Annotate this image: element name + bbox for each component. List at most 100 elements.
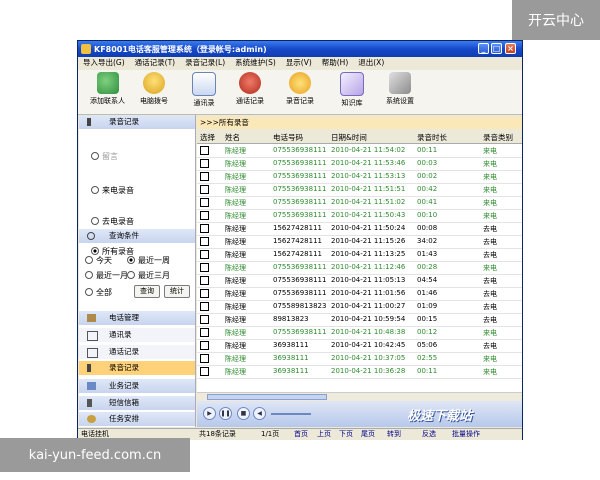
row-checkbox[interactable] bbox=[200, 146, 209, 155]
table-row[interactable]: 陈经理 075536938111 2010-04-21 11:54:02 00:11 来… bbox=[197, 144, 522, 158]
app-icon bbox=[81, 44, 91, 54]
stop-icon[interactable]: ■ bbox=[237, 407, 250, 420]
add-contact-button[interactable]: 添加联系人 bbox=[90, 72, 125, 106]
menu-maintenance[interactable]: 系统维护(S) bbox=[230, 57, 281, 69]
col-phone[interactable]: 电话号码 bbox=[273, 132, 303, 143]
nav-call-records[interactable]: 通话记录 bbox=[79, 345, 195, 359]
row-checkbox[interactable] bbox=[200, 224, 209, 233]
first-page-link[interactable]: 首页 bbox=[294, 429, 308, 440]
query-last-3-months[interactable]: 最近三月 bbox=[127, 270, 170, 281]
close-button[interactable]: × bbox=[505, 43, 516, 54]
cell-datetime: 2010-04-21 10:42:45 bbox=[331, 341, 406, 349]
table-row[interactable]: 陈经理 36938111 2010-04-21 10:42:45 05:06 去电 bbox=[197, 339, 522, 353]
row-checkbox[interactable] bbox=[200, 198, 209, 207]
nav-tasks[interactable]: 任务安排 bbox=[79, 412, 195, 426]
knowledge-base-button[interactable]: 知识库 bbox=[340, 72, 364, 108]
table-row[interactable]: 陈经理 075536938111 2010-04-21 11:05:13 04:54 去… bbox=[197, 274, 522, 288]
col-duration[interactable]: 录音时长 bbox=[417, 132, 447, 143]
row-checkbox[interactable] bbox=[200, 237, 209, 246]
table-row[interactable]: 陈经理 15627428111 2010-04-21 11:50:24 00:08 去电 bbox=[197, 222, 522, 236]
filter-incoming[interactable]: 来电录音 bbox=[91, 185, 134, 196]
row-checkbox[interactable] bbox=[200, 367, 209, 376]
row-checkbox[interactable] bbox=[200, 250, 209, 259]
query-button[interactable]: 查询 bbox=[134, 285, 160, 298]
table-row[interactable]: 陈经理 075589813823 2010-04-21 11:00:27 01:09 去… bbox=[197, 300, 522, 314]
minimize-button[interactable]: _ bbox=[478, 43, 489, 54]
pc-dial-button[interactable]: 电脑拨号 bbox=[140, 72, 168, 106]
filter-missed[interactable]: 留言 bbox=[91, 151, 118, 162]
query-section-header[interactable]: 查询条件 bbox=[79, 229, 195, 243]
nav-phone-management[interactable]: 电话管理 bbox=[79, 311, 195, 325]
menu-recordings[interactable]: 录音记录(L) bbox=[180, 57, 230, 69]
query-all[interactable]: 全部 bbox=[85, 287, 112, 298]
nav-sms-inbox[interactable]: 短信信箱 bbox=[79, 396, 195, 410]
table-row[interactable]: 陈经理 075536938111 2010-04-21 11:51:51 00:42 来… bbox=[197, 183, 522, 197]
table-row[interactable]: 陈经理 075536938111 2010-04-21 10:48:38 00:12 来… bbox=[197, 326, 522, 340]
table-row[interactable]: 陈经理 075536938111 2010-04-21 11:01:56 01:46 去… bbox=[197, 287, 522, 301]
nav-business-records[interactable]: 业务记录 bbox=[79, 379, 195, 393]
row-checkbox[interactable] bbox=[200, 354, 209, 363]
query-last-month[interactable]: 最近一月 bbox=[85, 270, 128, 281]
invert-selection-link[interactable]: 反选 bbox=[422, 429, 436, 440]
row-checkbox[interactable] bbox=[200, 341, 209, 350]
row-checkbox[interactable] bbox=[200, 276, 209, 285]
next-page-link[interactable]: 下页 bbox=[339, 429, 353, 440]
col-name[interactable]: 姓名 bbox=[225, 132, 240, 143]
col-datetime[interactable]: 日期&时间 bbox=[331, 132, 367, 143]
cell-type: 来电 bbox=[483, 199, 497, 207]
row-checkbox[interactable] bbox=[200, 211, 209, 220]
menu-view[interactable]: 显示(V) bbox=[281, 57, 317, 69]
volume-slider[interactable] bbox=[271, 413, 311, 415]
maximize-button[interactable]: □ bbox=[491, 43, 502, 54]
query-today[interactable]: 今天 bbox=[85, 255, 112, 266]
row-checkbox[interactable] bbox=[200, 185, 209, 194]
row-checkbox[interactable] bbox=[200, 289, 209, 298]
cell-type: 来电 bbox=[483, 212, 497, 220]
table-row[interactable]: 陈经理 15627428111 2010-04-21 11:15:26 34:02 去电 bbox=[197, 235, 522, 249]
menu-call-records[interactable]: 通话记录(T) bbox=[130, 57, 180, 69]
scrollbar-thumb[interactable] bbox=[207, 394, 327, 400]
pause-icon[interactable]: ❚❚ bbox=[219, 407, 232, 420]
nav-address-book[interactable]: 通讯录 bbox=[79, 328, 195, 342]
table-row[interactable]: 陈经理 075536938111 2010-04-21 11:53:46 00:03 来… bbox=[197, 157, 522, 171]
cell-name: 陈经理 bbox=[225, 212, 246, 220]
menu-help[interactable]: 帮助(H) bbox=[317, 57, 354, 69]
col-type[interactable]: 录音类别 bbox=[483, 132, 513, 143]
table-row[interactable]: 陈经理 36938111 2010-04-21 10:37:05 02:55 来电 bbox=[197, 352, 522, 366]
batch-actions-link[interactable]: 批量操作 bbox=[452, 429, 480, 440]
cell-phone: 075536938111 bbox=[273, 198, 327, 206]
row-checkbox[interactable] bbox=[200, 159, 209, 168]
filter-outgoing[interactable]: 去电录音 bbox=[91, 216, 134, 227]
play-icon[interactable]: ▶ bbox=[203, 407, 216, 420]
menu-bar: 导入导出(G) 通话记录(T) 录音记录(L) 系统维护(S) 显示(V) 帮助… bbox=[78, 57, 522, 69]
row-checkbox[interactable] bbox=[200, 315, 209, 324]
menu-exit[interactable]: 退出(X) bbox=[353, 57, 389, 69]
col-select[interactable]: 选择 bbox=[200, 132, 215, 143]
stats-button[interactable]: 统计 bbox=[164, 285, 190, 298]
table-row[interactable]: 陈经理 075536938111 2010-04-21 11:50:43 00:10 来… bbox=[197, 209, 522, 223]
table-row[interactable]: 陈经理 36938111 2010-04-21 10:36:28 00:11 来电 bbox=[197, 365, 522, 379]
nav-recordings[interactable]: 录音记录 bbox=[79, 361, 195, 375]
table-row[interactable]: 陈经理 075536938111 2010-04-21 11:53:13 00:02 来… bbox=[197, 170, 522, 184]
row-checkbox[interactable] bbox=[200, 302, 209, 311]
table-row[interactable]: 陈经理 15627428111 2010-04-21 11:13:25 01:43 去电 bbox=[197, 248, 522, 262]
row-checkbox[interactable] bbox=[200, 172, 209, 181]
row-checkbox[interactable] bbox=[200, 328, 209, 337]
cell-name: 陈经理 bbox=[225, 173, 246, 181]
horizontal-scrollbar[interactable] bbox=[197, 392, 522, 401]
address-book-button[interactable]: 通讯录 bbox=[192, 72, 216, 108]
table-row[interactable]: 陈经理 89813823 2010-04-21 10:59:54 00:15 去电 bbox=[197, 313, 522, 327]
goto-link[interactable]: 转到 bbox=[387, 429, 401, 440]
menu-import-export[interactable]: 导入导出(G) bbox=[78, 57, 130, 69]
settings-button[interactable]: 系统设置 bbox=[386, 72, 414, 106]
query-last-week[interactable]: 最近一周 bbox=[127, 255, 170, 266]
table-row[interactable]: 陈经理 075536938111 2010-04-21 11:51:02 00:41 来… bbox=[197, 196, 522, 210]
volume-icon[interactable]: ◀ bbox=[253, 407, 266, 420]
prev-page-link[interactable]: 上页 bbox=[317, 429, 331, 440]
table-row[interactable]: 陈经理 075536938111 2010-04-21 11:12:46 00:28 来… bbox=[197, 261, 522, 275]
recordings-section-header[interactable]: 录音记录 bbox=[79, 115, 195, 129]
call-records-button[interactable]: 通话记录 bbox=[236, 72, 264, 106]
last-page-link[interactable]: 尾页 bbox=[361, 429, 375, 440]
recordings-button[interactable]: 录音记录 bbox=[286, 72, 314, 106]
row-checkbox[interactable] bbox=[200, 263, 209, 272]
